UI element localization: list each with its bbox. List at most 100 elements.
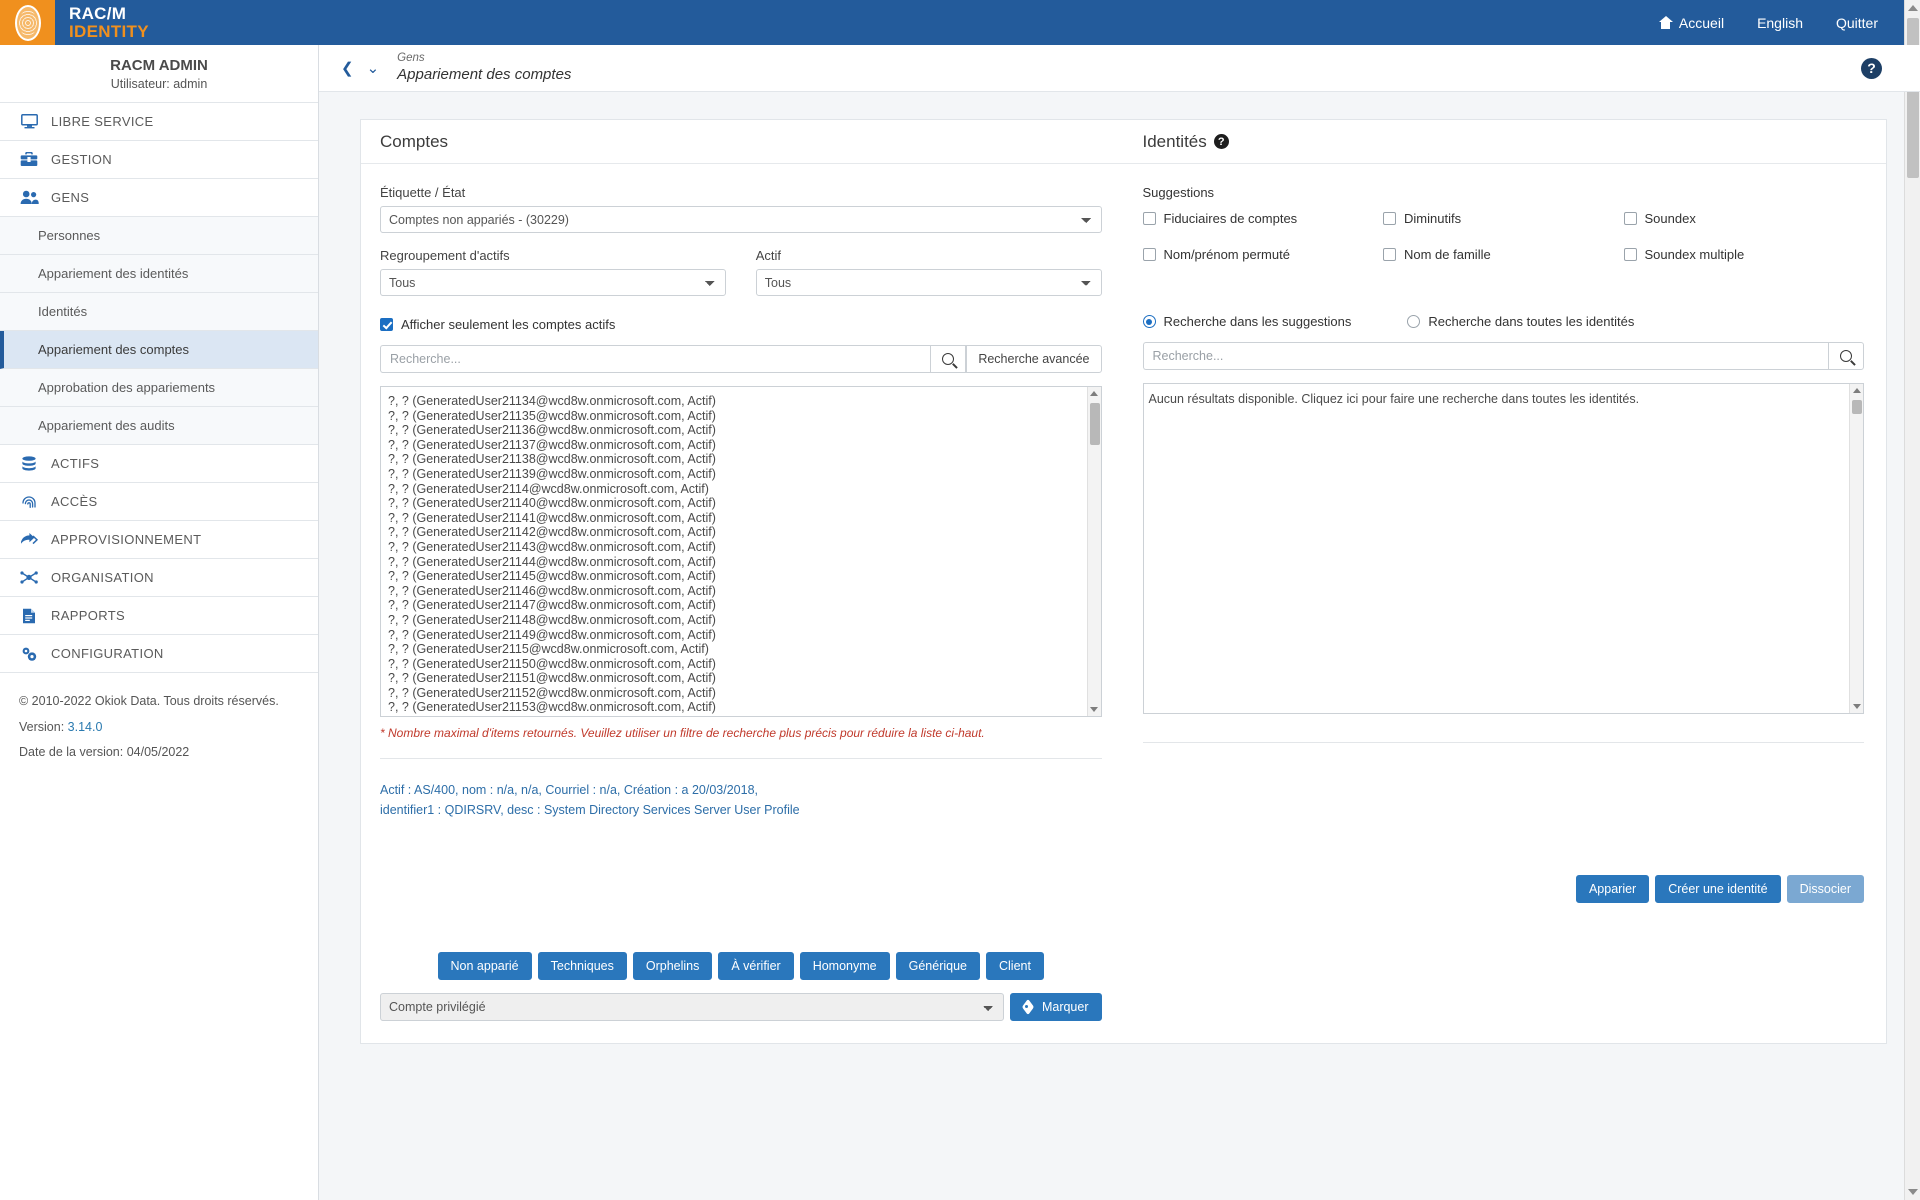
- list-item[interactable]: ?, ? (GeneratedUser21137@wcd8w.onmicroso…: [388, 438, 1101, 453]
- identities-search-input[interactable]: [1142, 342, 1828, 370]
- radio-button[interactable]: [1407, 315, 1421, 328]
- suggestion-soundex[interactable]: Soundex: [1623, 211, 1865, 226]
- creer-une-identite-button[interactable]: Créer une identité: [1655, 875, 1781, 903]
- nav-quitter[interactable]: Quitter: [1836, 15, 1878, 31]
- accounts-list-scrollbar[interactable]: [1086, 387, 1101, 716]
- suggestion-checkbox[interactable]: [1623, 212, 1637, 225]
- sidebar-item-gestion[interactable]: GESTION: [0, 141, 318, 179]
- button-orphelins[interactable]: Orphelins: [632, 952, 713, 980]
- accounts-search-input[interactable]: [380, 345, 931, 373]
- help-icon[interactable]: ?: [1861, 57, 1882, 79]
- identities-listbox[interactable]: Aucun résultats disponible. Cliquez ici …: [1142, 383, 1864, 714]
- sidebar-item-actifs[interactable]: ACTIFS: [0, 445, 318, 483]
- actif-select[interactable]: Tous: [755, 269, 1102, 296]
- scroll-down-arrow-icon[interactable]: [1852, 704, 1861, 709]
- help-icon[interactable]: ?: [1213, 134, 1229, 149]
- accounts-listbox[interactable]: ?, ? (GeneratedUser21134@wcd8w.onmicroso…: [380, 386, 1102, 717]
- button-generique[interactable]: Générique: [895, 952, 980, 980]
- sidebar-item-libre-service[interactable]: LIBRE SERVICE: [0, 103, 318, 141]
- sidebar-item-configuration[interactable]: CONFIGURATION: [0, 635, 318, 673]
- radio-recherche-toutes-identites[interactable]: Recherche dans toutes les identités: [1407, 314, 1634, 329]
- suggestion-checkbox[interactable]: [1383, 248, 1396, 261]
- scroll-down-arrow-icon[interactable]: [1090, 707, 1098, 712]
- mark-type-select[interactable]: Compte privilégié: [380, 993, 1004, 1021]
- page-scrollbar[interactable]: [1904, 0, 1920, 1200]
- button-non-apparie[interactable]: Non apparié: [437, 952, 532, 980]
- list-item[interactable]: ?, ? (GeneratedUser21142@wcd8w.onmicroso…: [388, 525, 1101, 540]
- scroll-up-arrow-icon[interactable]: [1852, 388, 1861, 393]
- identities-empty-message[interactable]: Aucun résultats disponible. Cliquez ici …: [1144, 384, 1864, 406]
- chevron-down-icon[interactable]: ⌄: [367, 59, 380, 77]
- identities-list-scrollbar[interactable]: [1849, 384, 1863, 713]
- suggestion-nom-prenom-permute[interactable]: Nom/prénom permuté: [1142, 247, 1384, 262]
- suggestion-diminutifs[interactable]: Diminutifs: [1383, 211, 1624, 226]
- sidebar-item-acces[interactable]: ACCÈS: [0, 483, 318, 521]
- suggestion-checkbox[interactable]: [1623, 248, 1637, 261]
- etiquette-etat-select[interactable]: Comptes non appariés - (30229): [380, 206, 1102, 233]
- scrollbar-thumb[interactable]: [1907, 18, 1919, 178]
- list-item[interactable]: ?, ? (GeneratedUser21144@wcd8w.onmicroso…: [388, 555, 1101, 570]
- active-only-checkbox-row[interactable]: Afficher seulement les comptes actifs: [380, 317, 1102, 332]
- advanced-search-button[interactable]: Recherche avancée: [966, 345, 1102, 373]
- button-techniques[interactable]: Techniques: [537, 952, 627, 980]
- radio-recherche-suggestions[interactable]: Recherche dans les suggestions: [1142, 314, 1351, 329]
- sidebar-item-identites[interactable]: Identités: [0, 293, 318, 331]
- list-item[interactable]: ?, ? (GeneratedUser21140@wcd8w.onmicroso…: [388, 496, 1101, 511]
- suggestion-soundex-multiple[interactable]: Soundex multiple: [1623, 247, 1865, 262]
- app-logo[interactable]: [0, 0, 55, 45]
- list-item[interactable]: ?, ? (GeneratedUser21141@wcd8w.onmicroso…: [388, 511, 1101, 526]
- button-a-verifier[interactable]: À vérifier: [718, 952, 794, 980]
- nav-accueil[interactable]: Accueil: [1658, 15, 1724, 31]
- list-item[interactable]: ?, ? (GeneratedUser21153@wcd8w.onmicroso…: [388, 700, 1101, 715]
- suggestion-checkbox[interactable]: [1383, 212, 1396, 225]
- list-item[interactable]: ?, ? (GeneratedUser21149@wcd8w.onmicroso…: [388, 628, 1101, 643]
- sidebar-item-approvisionnement[interactable]: APPROVISIONNEMENT: [0, 521, 318, 559]
- list-item[interactable]: ?, ? (GeneratedUser21135@wcd8w.onmicroso…: [388, 409, 1101, 424]
- apparier-button[interactable]: Apparier: [1575, 875, 1650, 903]
- list-item[interactable]: ?, ? (GeneratedUser21148@wcd8w.onmicroso…: [388, 613, 1101, 628]
- list-item[interactable]: ?, ? (GeneratedUser21152@wcd8w.onmicroso…: [388, 686, 1101, 701]
- sidebar-item-appariement-des-audits[interactable]: Appariement des audits: [0, 407, 318, 445]
- sidebar-item-personnes[interactable]: Personnes: [0, 217, 318, 255]
- breadcrumb-parent[interactable]: Gens: [397, 51, 571, 65]
- sidebar-item-organisation[interactable]: ORGANISATION: [0, 559, 318, 597]
- scroll-up-arrow-icon[interactable]: [1908, 5, 1918, 11]
- scrollbar-thumb[interactable]: [1089, 403, 1100, 445]
- sidebar-item-appariement-des-identites[interactable]: Appariement des identités: [0, 255, 318, 293]
- scroll-up-arrow-icon[interactable]: [1090, 391, 1098, 396]
- list-item[interactable]: ?, ? (GeneratedUser21143@wcd8w.onmicroso…: [388, 540, 1101, 555]
- list-item[interactable]: ?, ? (GeneratedUser21138@wcd8w.onmicroso…: [388, 452, 1101, 467]
- suggestion-checkbox[interactable]: [1142, 212, 1156, 225]
- list-item[interactable]: ?, ? (GeneratedUser21146@wcd8w.onmicroso…: [388, 584, 1101, 599]
- accounts-search-button[interactable]: [930, 345, 967, 373]
- list-item[interactable]: ?, ? (GeneratedUser2115@wcd8w.onmicrosof…: [388, 642, 1101, 657]
- list-item[interactable]: ?, ? (GeneratedUser21150@wcd8w.onmicroso…: [388, 657, 1101, 672]
- suggestion-fiduciaires-de-comptes[interactable]: Fiduciaires de comptes: [1142, 211, 1384, 226]
- list-item[interactable]: ?, ? (GeneratedUser21134@wcd8w.onmicroso…: [388, 394, 1101, 409]
- version-value[interactable]: 3.14.0: [68, 720, 103, 734]
- list-item[interactable]: ?, ? (GeneratedUser21136@wcd8w.onmicroso…: [388, 423, 1101, 438]
- sidebar-item-appariement-des-comptes[interactable]: Appariement des comptes: [0, 331, 318, 369]
- sidebar-item-rapports[interactable]: RAPPORTS: [0, 597, 318, 635]
- chevron-left-icon[interactable]: ❮: [341, 59, 354, 77]
- list-item[interactable]: ?, ? (GeneratedUser2114@wcd8w.onmicrosof…: [388, 482, 1101, 497]
- button-client[interactable]: Client: [986, 952, 1044, 980]
- button-homonyme[interactable]: Homonyme: [799, 952, 890, 980]
- scroll-down-arrow-icon[interactable]: [1908, 1189, 1918, 1195]
- nav-english[interactable]: English: [1757, 15, 1803, 31]
- suggestion-checkbox[interactable]: [1142, 248, 1156, 261]
- active-only-checkbox[interactable]: [380, 318, 393, 331]
- marquer-button[interactable]: Marquer: [1009, 993, 1102, 1021]
- radio-button[interactable]: [1142, 315, 1156, 328]
- list-item[interactable]: ?, ? (GeneratedUser21147@wcd8w.onmicroso…: [388, 598, 1101, 613]
- list-item[interactable]: ?, ? (GeneratedUser21145@wcd8w.onmicroso…: [388, 569, 1101, 584]
- sidebar-item-gens[interactable]: GENS: [0, 179, 318, 217]
- regroupement-actifs-select[interactable]: Tous: [380, 269, 726, 296]
- identities-search-button[interactable]: [1828, 342, 1864, 370]
- list-item[interactable]: ?, ? (GeneratedUser21151@wcd8w.onmicroso…: [388, 671, 1101, 686]
- list-item[interactable]: ?, ? (GeneratedUser21139@wcd8w.onmicroso…: [388, 467, 1101, 482]
- sidebar-item-label: Approbation des appariements: [38, 380, 216, 395]
- suggestion-nom-de-famille[interactable]: Nom de famille: [1383, 247, 1624, 262]
- sidebar-item-approbation-des-appariements[interactable]: Approbation des appariements: [0, 369, 318, 407]
- scrollbar-thumb[interactable]: [1852, 400, 1862, 414]
